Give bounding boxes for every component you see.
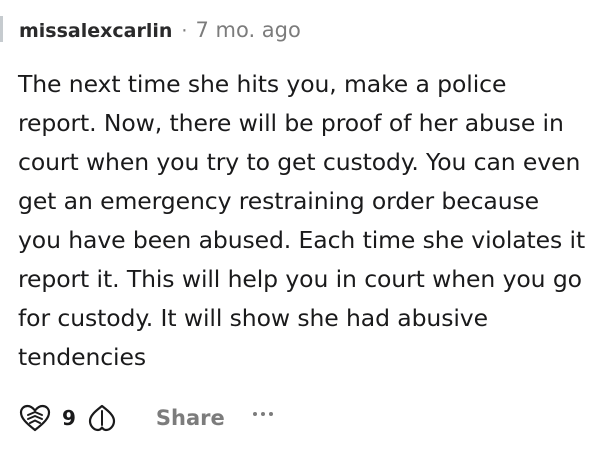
downvote-icon[interactable]	[86, 401, 118, 435]
vote-count: 9	[62, 406, 76, 430]
more-dot	[268, 412, 273, 416]
upvote-heart-icon[interactable]	[18, 403, 52, 433]
share-button[interactable]: Share	[156, 406, 225, 430]
comment-timestamp[interactable]: 7 mo. ago	[195, 16, 300, 44]
more-dot	[260, 412, 265, 416]
comment-body: The next time she hits you, make a polic…	[18, 70, 586, 371]
comment: missalexcarlin · 7 mo. ago The next time…	[0, 0, 597, 471]
thread-line[interactable]	[0, 16, 3, 42]
meta-separator: ·	[181, 20, 188, 42]
more-dot	[252, 412, 257, 416]
more-options-icon[interactable]	[252, 412, 273, 416]
comment-actions: 9 Share	[18, 400, 273, 436]
comment-author[interactable]: missalexcarlin	[19, 17, 172, 45]
comment-meta: missalexcarlin · 7 mo. ago	[19, 16, 301, 45]
